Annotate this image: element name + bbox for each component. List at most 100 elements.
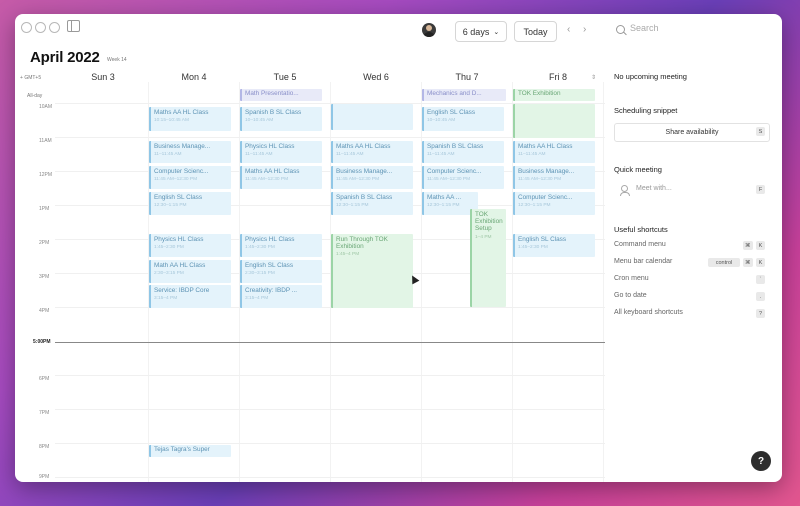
day-header[interactable]: Wed 6: [331, 72, 421, 82]
event[interactable]: Computer Scienc... 12:30–1:15 PM: [513, 192, 595, 215]
event[interactable]: TOK Exhibition Setup 1–4 PM: [470, 209, 506, 307]
event[interactable]: English SL Class 12:30–1:15 PM: [149, 192, 231, 215]
shortcut-key: `: [756, 275, 765, 284]
event[interactable]: Service: IBDP Core 3:15–4 PM: [149, 285, 231, 308]
event-title: Computer Scienc...: [427, 168, 482, 175]
event-time: 2:30–3:15 PM: [154, 271, 184, 276]
event[interactable]: Business Manage... 11–11:45 AM: [149, 141, 231, 163]
shortcut-key: .: [756, 292, 765, 301]
title-bar: 6 days ⌄ Today ‹ › Search: [15, 14, 782, 50]
search-icon[interactable]: [616, 25, 625, 34]
day-header[interactable]: Mon 4: [149, 72, 239, 82]
avatar[interactable]: [422, 23, 436, 37]
event[interactable]: English SL Class 2:30–3:15 PM: [240, 260, 322, 283]
event[interactable]: Maths AA HL Class 10:15–10:45 AM: [149, 107, 231, 131]
event-title: Service: IBDP Core: [154, 287, 210, 294]
event[interactable]: Creativity: IBDP ... 3:15–4 PM: [240, 285, 322, 308]
view-selector[interactable]: 6 days ⌄: [455, 21, 507, 42]
day-header[interactable]: Sun 3: [58, 72, 148, 82]
event[interactable]: TOK Exhibition: [513, 89, 595, 101]
help-button[interactable]: ?: [751, 451, 771, 471]
chevron-right-icon[interactable]: ›: [583, 24, 586, 35]
day-header[interactable]: Tue 5: [240, 72, 330, 82]
event-time: 3:15–4 PM: [245, 296, 269, 301]
today-button[interactable]: Today: [514, 21, 557, 42]
person-icon: [620, 185, 630, 196]
minimize-window-button[interactable]: [35, 22, 46, 33]
hour-label: 1PM: [39, 206, 50, 212]
event[interactable]: Computer Scienc... 11:45 AM–12:30 PM: [149, 166, 231, 189]
event[interactable]: Spanish B SL Class 12:30–1:15 PM: [331, 192, 413, 215]
event[interactable]: Math Presentatio...: [240, 89, 322, 101]
event-title: English SL Class: [518, 236, 567, 243]
chevron-left-icon[interactable]: ‹: [567, 24, 570, 35]
event[interactable]: Physics HL Class 1:45–2:30 PM: [149, 234, 231, 257]
event-continuation[interactable]: [513, 104, 595, 138]
hour-label: 7PM: [39, 410, 50, 416]
day-header[interactable]: Thu 7: [422, 72, 512, 82]
event[interactable]: Maths AA HL Class 11:45 AM–12:30 PM: [240, 166, 322, 189]
event-time: 11–11:45 AM: [245, 152, 273, 157]
event-title: Maths AA ...: [427, 194, 462, 201]
quick-meeting-heading: Quick meeting: [614, 165, 662, 174]
event-title: Math AA HL Class: [154, 262, 206, 269]
event[interactable]: Maths AA HL Class 11–11:45 AM: [513, 141, 595, 163]
view-selector-label: 6 days: [462, 26, 490, 37]
event[interactable]: Maths AA HL Class 11–11:45 AM: [331, 141, 413, 163]
event[interactable]: Run Through TOK Exhibition 1:45–4 PM: [331, 234, 413, 308]
event[interactable]: Mechanics and D...: [422, 89, 506, 101]
event-time: 2:30–3:15 PM: [245, 271, 275, 276]
event[interactable]: Business Manage... 11:45 AM–12:30 PM: [331, 166, 413, 189]
event[interactable]: Spanish B SL Class 10–10:45 AM: [240, 107, 322, 131]
event-placeholder[interactable]: [331, 104, 413, 130]
event-time: 12:30–1:15 PM: [154, 203, 187, 208]
chevron-down-icon: ⌄: [493, 28, 500, 36]
sidebar-toggle-icon[interactable]: [67, 20, 80, 32]
close-window-button[interactable]: [21, 22, 32, 33]
search-input[interactable]: Search: [630, 23, 659, 33]
current-time-line: [55, 342, 605, 343]
month-title: April 2022: [30, 49, 100, 66]
event-time: 10–10:45 AM: [427, 118, 456, 123]
all-day-label: All-day: [27, 93, 43, 99]
hour-label: 9PM: [39, 474, 50, 480]
event-title: Business Manage...: [154, 143, 211, 150]
event-title: English SL Class: [154, 194, 203, 201]
chevron-up-down-icon[interactable]: ⇕: [591, 74, 596, 81]
shortcut-all-keyboard-shortcuts[interactable]: All keyboard shortcuts: [614, 309, 683, 316]
shortcut-cron-menu[interactable]: Cron menu: [614, 275, 649, 282]
meet-with-input[interactable]: Meet with...: [636, 185, 672, 192]
event[interactable]: English SL Class 10–10:45 AM: [422, 107, 504, 131]
event-time: 10–10:45 AM: [245, 118, 274, 123]
hour-line: [55, 273, 605, 274]
event[interactable]: Computer Scienc... 11:45 AM–12:30 PM: [422, 166, 504, 189]
event-time: 1:45–2:30 PM: [154, 245, 184, 250]
event-title: Run Through TOK Exhibition: [336, 236, 388, 251]
event[interactable]: Business Manage... 11:45 AM–12:30 PM: [513, 166, 595, 189]
zoom-window-button[interactable]: [49, 22, 60, 33]
hour-line: [55, 443, 605, 444]
event[interactable]: Spanish B SL Class 11–11:45 AM: [422, 141, 504, 163]
shortcut-key: K: [756, 241, 765, 250]
timezone-label[interactable]: + GMT+5: [20, 75, 41, 81]
day-header[interactable]: Fri 8: [513, 72, 603, 82]
shortcut-key: K: [756, 258, 765, 267]
event-time: 1–4 PM: [475, 234, 492, 240]
event-time: 10:15–10:45 AM: [154, 118, 189, 123]
event-title: Maths AA HL Class: [154, 109, 209, 116]
shortcut-command-menu[interactable]: Command menu: [614, 241, 666, 248]
event-time: 11–11:45 AM: [336, 152, 364, 157]
shortcut-go-to-date[interactable]: Go to date: [614, 292, 647, 299]
event[interactable]: Tejas Tagra's Super: [149, 445, 231, 457]
event[interactable]: Math AA HL Class 2:30–3:15 PM: [149, 260, 231, 283]
shortcut-menu-bar-calendar[interactable]: Menu bar calendar: [614, 258, 672, 265]
event[interactable]: Physics HL Class 1:45–2:30 PM: [240, 234, 322, 257]
event-title: Physics HL Class: [154, 236, 204, 243]
hour-label: 6PM: [39, 376, 50, 382]
share-availability-button[interactable]: Share availability: [614, 123, 770, 142]
hour-line: [55, 375, 605, 376]
shortcut-key: S: [756, 127, 765, 136]
event[interactable]: English SL Class 1:45–2:30 PM: [513, 234, 595, 257]
event[interactable]: Physics HL Class 11–11:45 AM: [240, 141, 322, 163]
event-title: TOK Exhibition: [518, 90, 561, 97]
